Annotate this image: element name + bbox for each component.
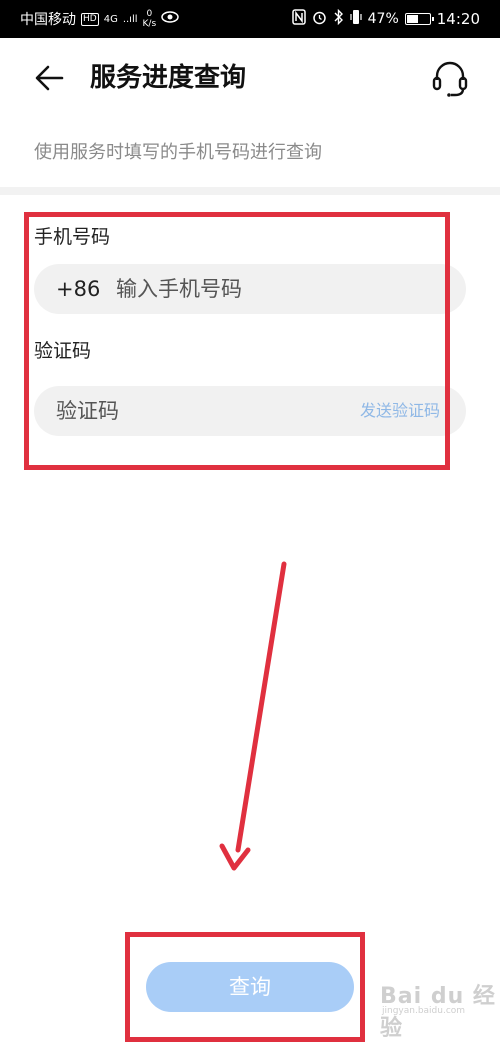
annotation-box-button	[125, 932, 365, 1042]
annotation-arrow	[219, 561, 287, 871]
watermark-url: jingyan.baidu.com	[382, 1006, 466, 1016]
baidu-watermark: Bai du 经验 jingyan.baidu.com	[380, 978, 500, 1042]
